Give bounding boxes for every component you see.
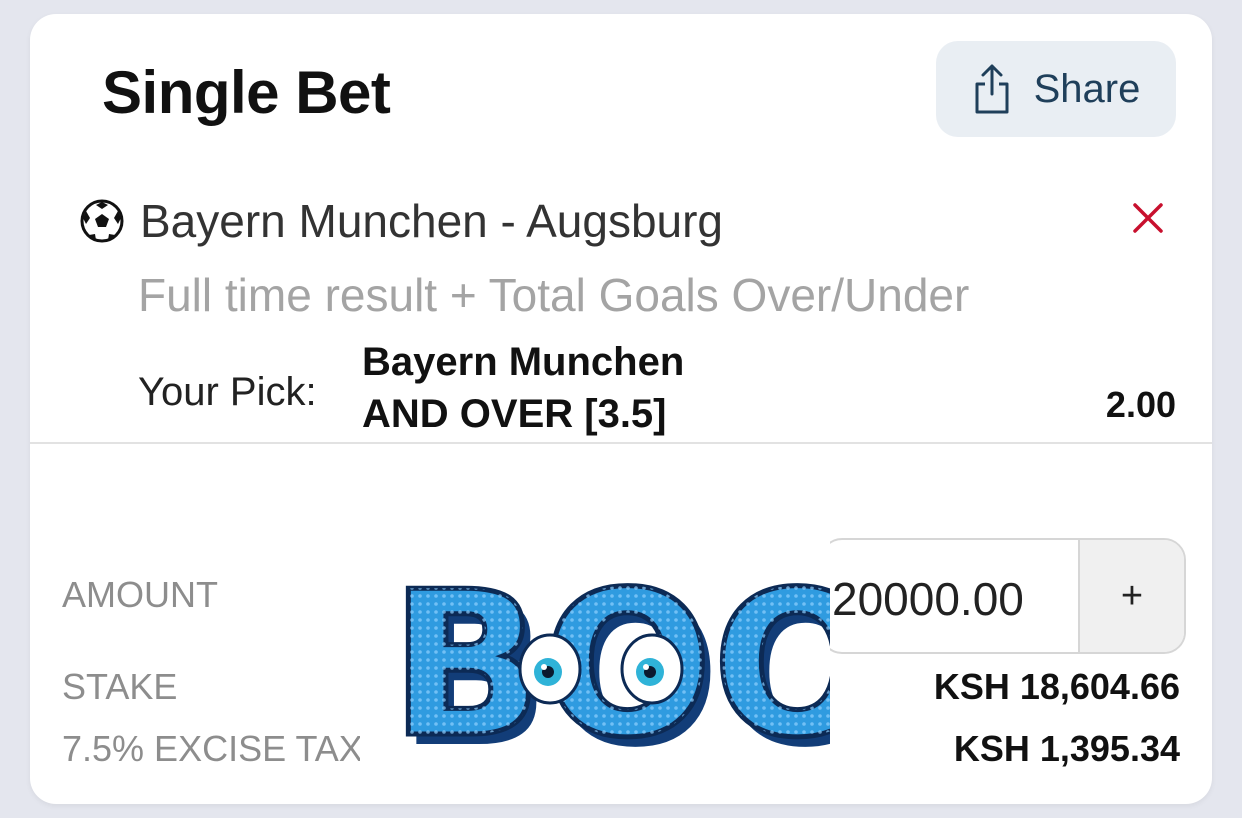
share-button[interactable]: Share bbox=[936, 41, 1176, 137]
bet-slip-card: Single Bet Share Bayern Munchen - Augsbu… bbox=[30, 14, 1212, 804]
boom-sticker: BOOM BOOM BOOM bbox=[360, 464, 1090, 792]
boom-halftone: BOOM bbox=[390, 549, 830, 782]
increase-amount-button[interactable]: + bbox=[1078, 540, 1184, 652]
pick-line-1: Bayern Munchen bbox=[362, 340, 685, 384]
market-name: Full time result + Total Goals Over/Unde… bbox=[138, 269, 970, 321]
tax-value: KSH 1,395.34 bbox=[953, 728, 1180, 769]
stake-label: STAKE bbox=[62, 666, 178, 707]
amount-input[interactable]: 20000.00 + bbox=[820, 538, 1186, 654]
pick-label: Your Pick: bbox=[138, 370, 317, 414]
tax-label: 7.5% EXCISE TAX bbox=[62, 728, 363, 769]
match-name: Bayern Munchen - Augsburg bbox=[140, 195, 724, 247]
page-title: Single Bet bbox=[102, 59, 391, 126]
stake-value: KSH 18,604.66 bbox=[933, 666, 1180, 707]
share-icon bbox=[975, 64, 1009, 114]
amount-value[interactable]: 20000.00 bbox=[832, 572, 1024, 626]
divider bbox=[30, 442, 1212, 444]
soccer-ball-icon bbox=[80, 199, 124, 243]
odds-value: 2.00 bbox=[1105, 384, 1176, 425]
close-icon[interactable] bbox=[1130, 200, 1166, 236]
pick-value: Bayern Munchen AND OVER [3.5] bbox=[362, 336, 684, 440]
share-label: Share bbox=[1033, 66, 1141, 111]
plus-icon: + bbox=[1120, 574, 1144, 617]
pick-line-2: AND OVER [3.5] bbox=[362, 392, 667, 436]
match-row: Bayern Munchen - Augsburg bbox=[80, 194, 723, 248]
amount-label: AMOUNT bbox=[62, 574, 218, 615]
